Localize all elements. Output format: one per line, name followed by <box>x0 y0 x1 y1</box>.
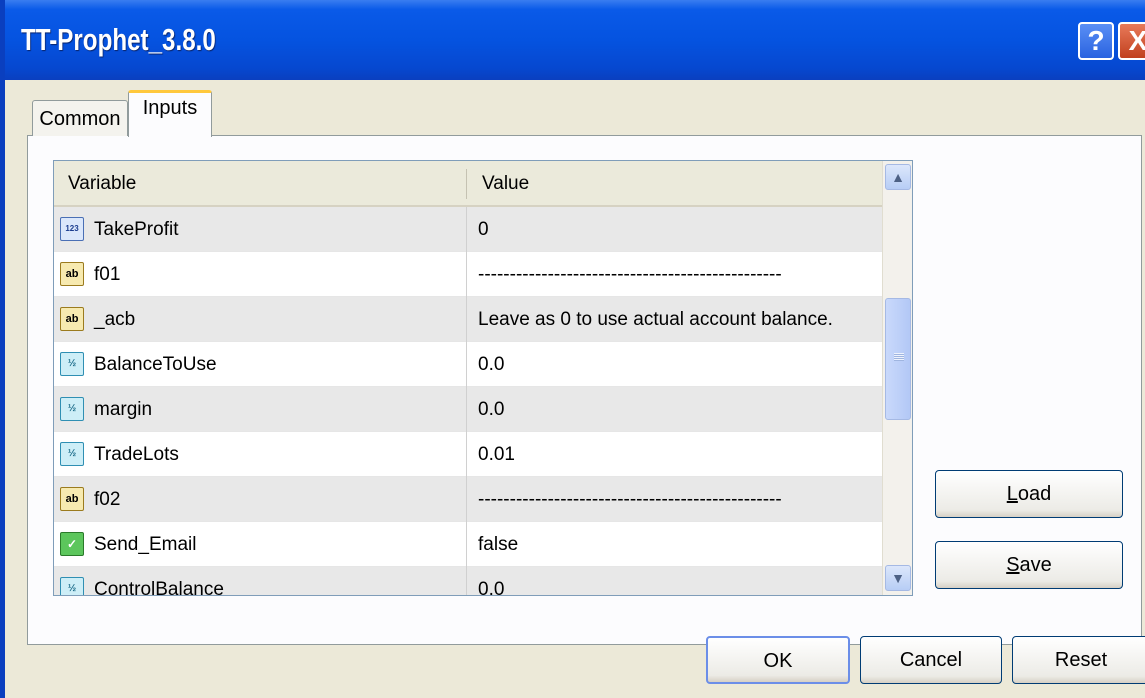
grid-header: Variable Value <box>54 161 882 207</box>
load-label: oad <box>1017 483 1052 505</box>
variable-name: ControlBalance <box>94 579 224 596</box>
variable-name: BalanceToUse <box>94 354 217 375</box>
value-cell[interactable]: 0 <box>478 207 489 252</box>
chevron-up-icon: ▲ <box>891 169 905 185</box>
value-cell[interactable]: 0.0 <box>478 342 504 387</box>
value-cell[interactable]: ----------------------------------------… <box>478 477 782 522</box>
integer-icon: 123 <box>60 217 84 241</box>
scroll-up-button[interactable]: ▲ <box>885 164 911 190</box>
cell-divider <box>466 342 467 387</box>
value-cell[interactable]: Leave as 0 to use actual account balance… <box>478 297 833 342</box>
cell-divider <box>466 387 467 432</box>
close-icon: X <box>1128 25 1145 56</box>
value-cell[interactable]: 0.0 <box>478 567 504 595</box>
table-row[interactable]: ½ TradeLots 0.01 <box>54 432 882 477</box>
table-row[interactable]: ½ margin 0.0 <box>54 387 882 432</box>
table-row[interactable]: ✓ Send_Email false <box>54 522 882 567</box>
string-icon: ab <box>60 487 84 511</box>
value-cell[interactable]: false <box>478 522 518 567</box>
variable-name: margin <box>94 399 153 420</box>
window-title: TT-Prophet_3.8.0 <box>21 22 216 57</box>
value-cell[interactable]: 0.0 <box>478 387 504 432</box>
close-button[interactable]: X <box>1118 22 1145 60</box>
value-cell[interactable]: ----------------------------------------… <box>478 252 782 297</box>
double-icon: ½ <box>60 442 84 466</box>
variable-name: _acb <box>94 309 136 330</box>
help-icon: ? <box>1087 25 1105 56</box>
table-row[interactable]: ½ ControlBalance 0.0 <box>54 567 882 596</box>
variable-name: TakeProfit <box>94 219 179 240</box>
table-row[interactable]: 123 TakeProfit 0 <box>54 207 882 252</box>
vertical-scrollbar[interactable]: ▲ ▼ <box>882 161 912 595</box>
tab-inputs[interactable]: Inputs <box>128 90 212 137</box>
column-header-value[interactable]: Value <box>482 161 529 205</box>
reset-button[interactable]: Reset <box>1012 636 1145 684</box>
column-divider[interactable] <box>466 169 467 199</box>
tab-common[interactable]: Common <box>32 100 128 136</box>
dialog-window: TT-Prophet_3.8.0 ? X Common Inputs Varia… <box>0 0 1145 698</box>
table-row[interactable]: ab f01 ---------------------------------… <box>54 252 882 297</box>
string-icon: ab <box>60 307 84 331</box>
save-button[interactable]: Save <box>935 541 1123 589</box>
cell-divider <box>466 432 467 477</box>
title-bar[interactable]: TT-Prophet_3.8.0 ? X <box>5 0 1145 80</box>
value-cell[interactable]: 0.01 <box>478 432 515 477</box>
variable-name: TradeLots <box>94 444 179 465</box>
inputs-grid: Variable Value 123 TakeProfit 0 ab f01 -… <box>53 160 913 596</box>
cell-divider <box>466 522 467 567</box>
ok-button[interactable]: OK <box>706 636 850 684</box>
grip-icon <box>894 353 904 361</box>
chevron-down-icon: ▼ <box>891 570 905 586</box>
load-mnemonic: L <box>1006 483 1018 505</box>
cell-divider <box>466 477 467 522</box>
cell-divider <box>466 297 467 342</box>
save-label: ave <box>1019 554 1052 576</box>
double-icon: ½ <box>60 397 84 421</box>
scroll-thumb[interactable] <box>885 298 911 420</box>
string-icon: ab <box>60 262 84 286</box>
save-mnemonic: S <box>1006 554 1020 576</box>
table-row[interactable]: ab _acb Leave as 0 to use actual account… <box>54 297 882 342</box>
help-button[interactable]: ? <box>1078 22 1114 60</box>
column-header-variable[interactable]: Variable <box>68 161 136 205</box>
variable-name: f01 <box>94 264 121 285</box>
boolean-icon: ✓ <box>60 532 84 556</box>
grid-rows: 123 TakeProfit 0 ab f01 ----------------… <box>54 207 882 596</box>
scroll-down-button[interactable]: ▼ <box>885 565 911 591</box>
variable-name: f02 <box>94 489 121 510</box>
load-button[interactable]: Load <box>935 470 1123 518</box>
table-row[interactable]: ½ BalanceToUse 0.0 <box>54 342 882 387</box>
cancel-button[interactable]: Cancel <box>860 636 1002 684</box>
cell-divider <box>466 207 467 252</box>
variable-name: Send_Email <box>94 534 197 555</box>
cell-divider <box>466 567 467 595</box>
double-icon: ½ <box>60 352 84 376</box>
table-row[interactable]: ab f02 ---------------------------------… <box>54 477 882 522</box>
double-icon: ½ <box>60 577 84 595</box>
cell-divider <box>466 252 467 297</box>
